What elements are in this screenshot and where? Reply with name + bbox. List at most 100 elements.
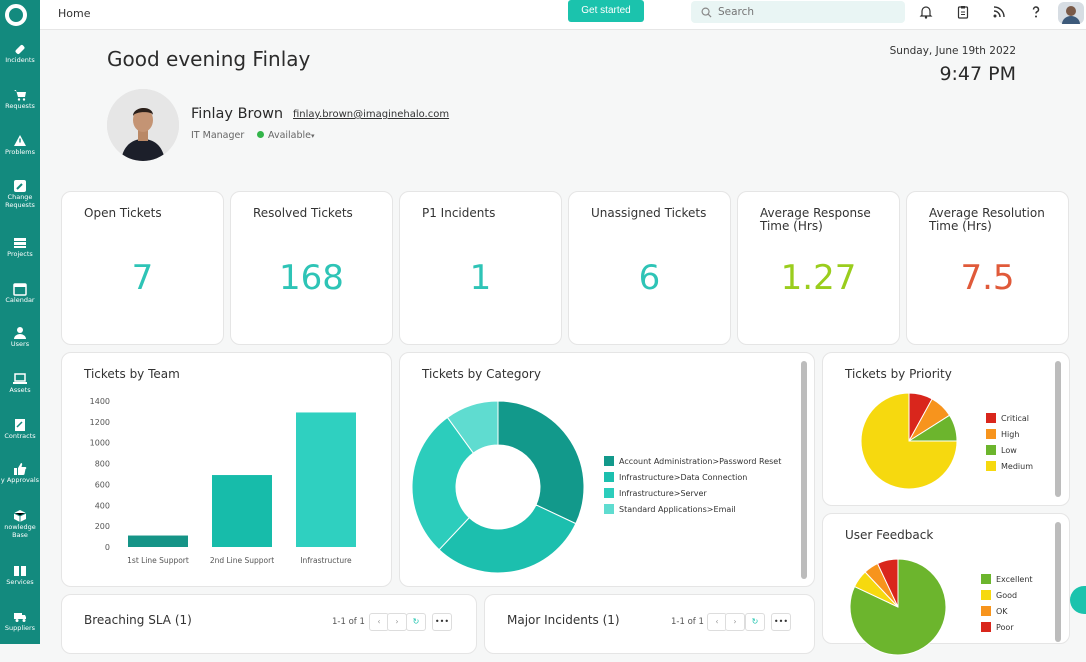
legend-item[interactable]: Poor [981, 622, 1014, 632]
kpi-value: 1 [469, 258, 492, 298]
chat-button[interactable] [1070, 586, 1086, 614]
truck-icon [14, 613, 26, 622]
breaching-sla-title: Breaching SLA (1) [84, 613, 192, 627]
legend-label: Standard Applications>Email [619, 505, 736, 514]
legend-item[interactable]: Excellent [981, 574, 1033, 584]
sidebar-item-label: nowledge [4, 523, 36, 531]
kpi-card[interactable]: Average Response Time (Hrs) 1.27 [737, 191, 900, 345]
scrollbar[interactable] [801, 361, 807, 579]
sidebar-item-label: Assets [9, 386, 31, 394]
sidebar-item[interactable]: Services [0, 564, 40, 586]
sidebar-item[interactable]: Change Requests [0, 179, 40, 209]
legend-swatch [981, 590, 991, 600]
tickets-by-category-title: Tickets by Category [422, 367, 541, 381]
bar[interactable] [296, 412, 356, 547]
sidebar-item[interactable]: Projects [0, 236, 40, 258]
legend-item[interactable]: High [986, 429, 1019, 439]
user-icon [14, 327, 26, 339]
kpi-value: 1.27 [780, 258, 857, 298]
prev-page-button[interactable]: ‹ [707, 613, 727, 631]
projects-icon [14, 238, 26, 248]
legend-item[interactable]: Infrastructure>Data Connection [604, 472, 747, 482]
greeting: Good evening Finlay [107, 47, 311, 71]
pager-count: 1-1 of 1 [332, 617, 365, 627]
tickets-by-priority-chart [860, 392, 958, 490]
sidebar-item[interactable]: nowledge Base [0, 509, 40, 539]
legend-item[interactable]: Low [986, 445, 1017, 455]
next-page-button[interactable]: › [725, 613, 745, 631]
user-role: IT Manager [191, 130, 245, 141]
bar[interactable] [128, 535, 188, 547]
sidebar-item[interactable]: Suppliers [0, 610, 40, 632]
sidebar-item[interactable]: Incidents [0, 42, 40, 64]
sidebar-item[interactable]: Contracts [0, 418, 40, 440]
legend-item[interactable]: Critical [986, 413, 1029, 423]
legend-label: Critical [1001, 414, 1029, 423]
kpi-card[interactable]: Unassigned Tickets 6 [568, 191, 731, 345]
kpi-title: Resolved Tickets [253, 206, 353, 220]
search-bar[interactable] [691, 1, 905, 23]
search-input[interactable] [718, 4, 898, 20]
halo-logo[interactable] [5, 4, 27, 26]
user-email-link[interactable]: finlay.brown@imaginehalo.com [293, 109, 449, 120]
legend-item[interactable]: OK [981, 606, 1008, 616]
status-label: Available [268, 130, 312, 141]
y-tick-label: 200 [95, 522, 110, 531]
search-icon [701, 7, 712, 18]
sidebar-item-label: Problems [5, 148, 35, 156]
thumbs-up-icon [14, 463, 27, 475]
legend-item[interactable]: Good [981, 590, 1017, 600]
warning-icon [14, 135, 26, 146]
legend-swatch [986, 429, 996, 439]
legend-label: Good [996, 591, 1018, 600]
get-started-button[interactable]: Get started [568, 0, 644, 22]
sidebar-item[interactable]: Users [0, 326, 40, 348]
legend-swatch [604, 488, 614, 498]
current-time: 9:47 PM [939, 63, 1016, 85]
legend-item[interactable]: Standard Applications>Email [604, 504, 736, 514]
kpi-value: 7.5 [960, 258, 1015, 298]
pie-slice[interactable] [497, 400, 585, 525]
y-tick-label: 400 [95, 501, 110, 510]
sidebar-item[interactable]: Problems [0, 134, 40, 156]
kpi-card[interactable]: Open Tickets 7 [61, 191, 224, 345]
kpi-card[interactable]: P1 Incidents 1 [399, 191, 562, 345]
legend-label: Infrastructure>Data Connection [619, 473, 748, 482]
next-page-button[interactable]: › [387, 613, 407, 631]
scrollbar[interactable] [1055, 361, 1061, 497]
sidebar-item[interactable]: y Approvals [0, 462, 40, 484]
profile-photo[interactable] [107, 89, 179, 161]
sidebar-item[interactable]: Assets [0, 372, 40, 394]
help-icon[interactable] [1028, 4, 1044, 20]
sidebar-item[interactable]: Calendar [0, 282, 40, 304]
bar[interactable] [212, 475, 272, 547]
legend-swatch [604, 456, 614, 466]
more-options-button[interactable]: ••• [432, 613, 452, 631]
refresh-icon[interactable]: ↻ [745, 613, 765, 631]
scrollbar[interactable] [1055, 522, 1061, 642]
legend-item[interactable]: Medium [986, 461, 1033, 471]
user-avatar[interactable] [1058, 2, 1084, 24]
legend-swatch [986, 461, 996, 471]
legend-item[interactable]: Account Administration>Password Reset [604, 456, 781, 466]
sidebar-item[interactable]: Requests [0, 88, 40, 110]
y-tick-label: 0 [105, 543, 110, 552]
user-feedback-title: User Feedback [845, 528, 934, 542]
more-options-button[interactable]: ••• [771, 613, 791, 631]
laptop-icon [13, 373, 27, 384]
x-tick-label: 1st Line Support [127, 556, 189, 565]
kpi-card[interactable]: Average Resolution Time (Hrs) 7.5 [906, 191, 1069, 345]
legend-item[interactable]: Infrastructure>Server [604, 488, 707, 498]
prev-page-button[interactable]: ‹ [369, 613, 389, 631]
breadcrumb-home[interactable]: Home [58, 7, 90, 20]
status-dropdown[interactable]: Available▾ [257, 130, 315, 141]
kpi-card[interactable]: Resolved Tickets 168 [230, 191, 393, 345]
cart-icon [14, 90, 26, 101]
legend-swatch [604, 472, 614, 482]
bell-icon[interactable] [918, 4, 934, 20]
major-incidents-card: Major Incidents (1) 1-1 of 1 ‹ › ↻ ••• [484, 594, 815, 654]
legend-label: Poor [996, 623, 1014, 632]
clipboard-icon[interactable] [955, 4, 971, 20]
refresh-icon[interactable]: ↻ [406, 613, 426, 631]
rss-icon[interactable] [991, 4, 1007, 20]
